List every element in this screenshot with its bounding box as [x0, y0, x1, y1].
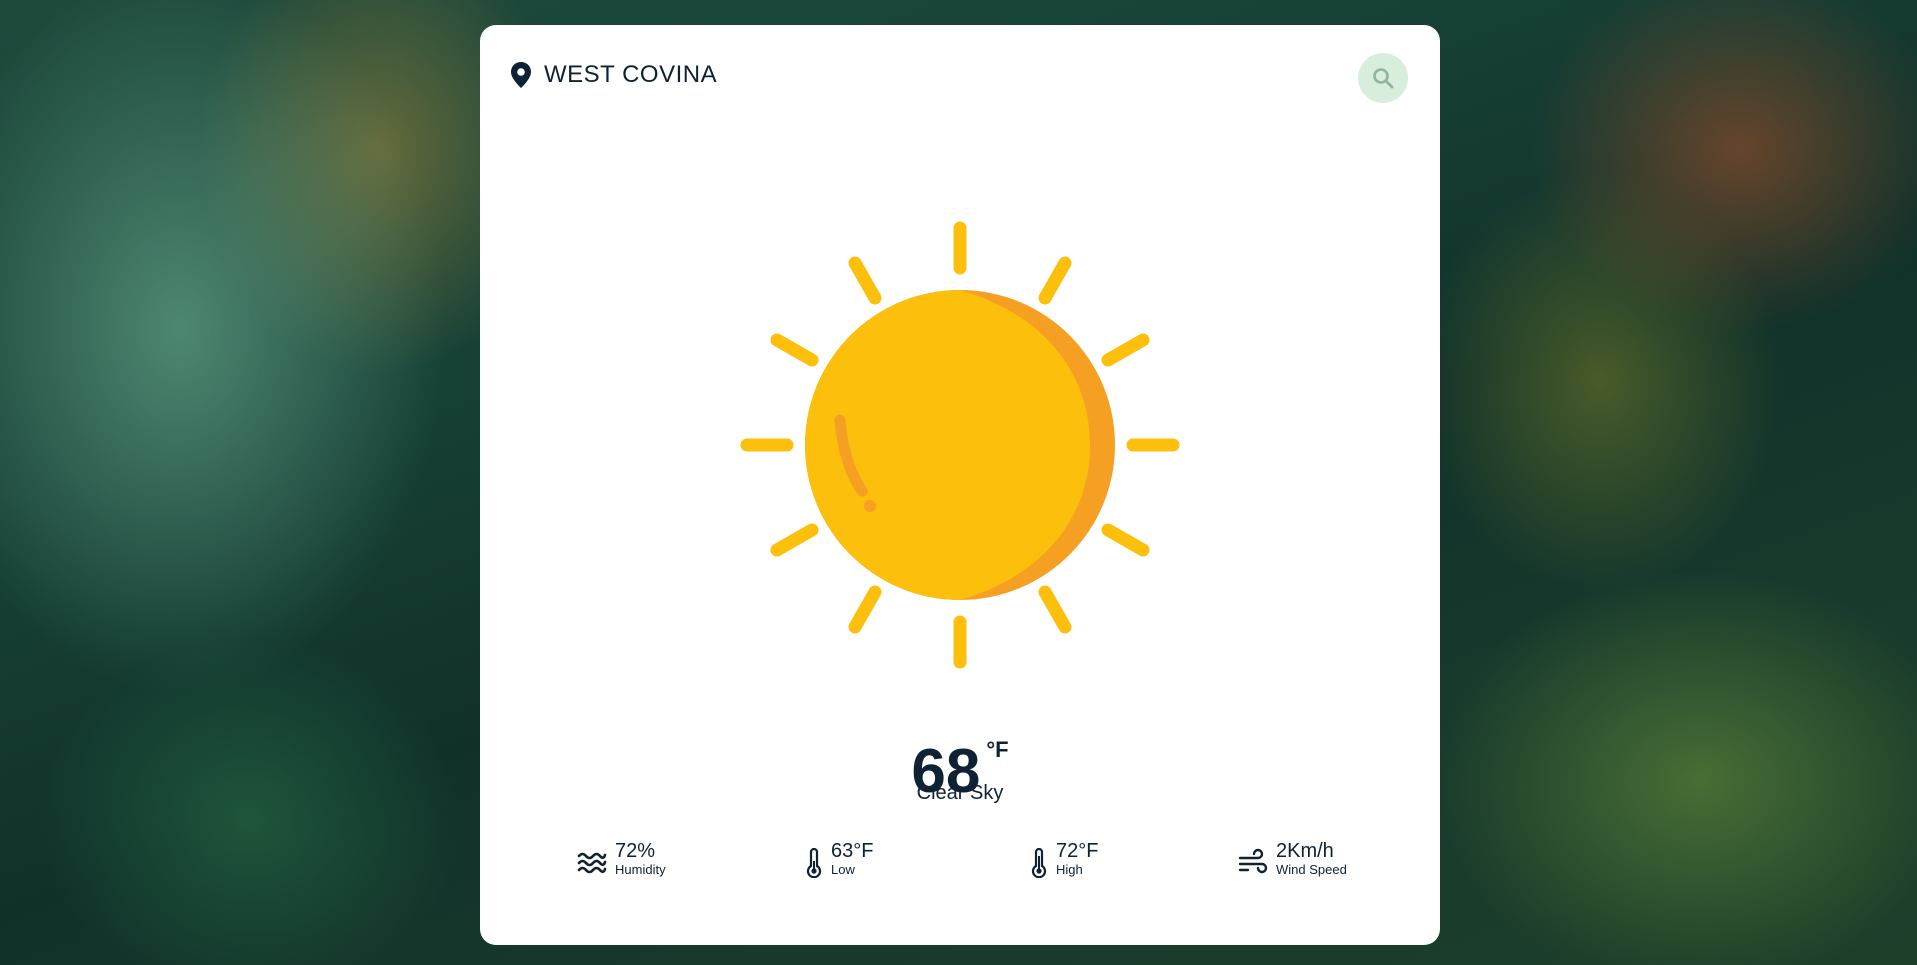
- wind-icon: [1238, 848, 1268, 874]
- thermometer-low-icon: [806, 848, 822, 878]
- stat-low: 63°F Low: [805, 840, 873, 878]
- search-button[interactable]: [1358, 53, 1408, 103]
- stat-humidity: 72% Humidity: [577, 840, 666, 878]
- humidity-waves-icon: [577, 852, 607, 874]
- temperature-unit: °F: [986, 737, 1009, 762]
- humidity-label: Humidity: [615, 862, 666, 877]
- map-pin-icon: [511, 62, 531, 88]
- high-temp-value: 72°F: [1056, 840, 1099, 862]
- wind-speed-value: 2Km/h: [1276, 840, 1334, 862]
- stat-high: 72°F High: [1030, 840, 1098, 878]
- city-name: WEST COVINA: [544, 61, 718, 88]
- search-icon: [1373, 68, 1394, 89]
- sun-icon: [740, 221, 1180, 669]
- weather-stats: 72% Humidity 63°F Low 72°F High 2Km/h Wi…: [480, 840, 1440, 890]
- low-temp-label: Low: [831, 862, 855, 877]
- wind-speed-label: Wind Speed: [1276, 862, 1347, 877]
- humidity-value: 72%: [615, 840, 656, 862]
- stat-wind: 2Km/h Wind Speed: [1238, 840, 1347, 878]
- low-temp-value: 63°F: [831, 840, 874, 862]
- weather-condition: Clear Sky: [916, 782, 1004, 804]
- thermometer-high-icon: [1031, 848, 1047, 878]
- location-header: WEST COVINA: [510, 61, 717, 89]
- high-temp-label: High: [1056, 862, 1083, 877]
- weather-card: WEST COVINA 68 °F Clear Sky 72% Humidity…: [480, 25, 1440, 945]
